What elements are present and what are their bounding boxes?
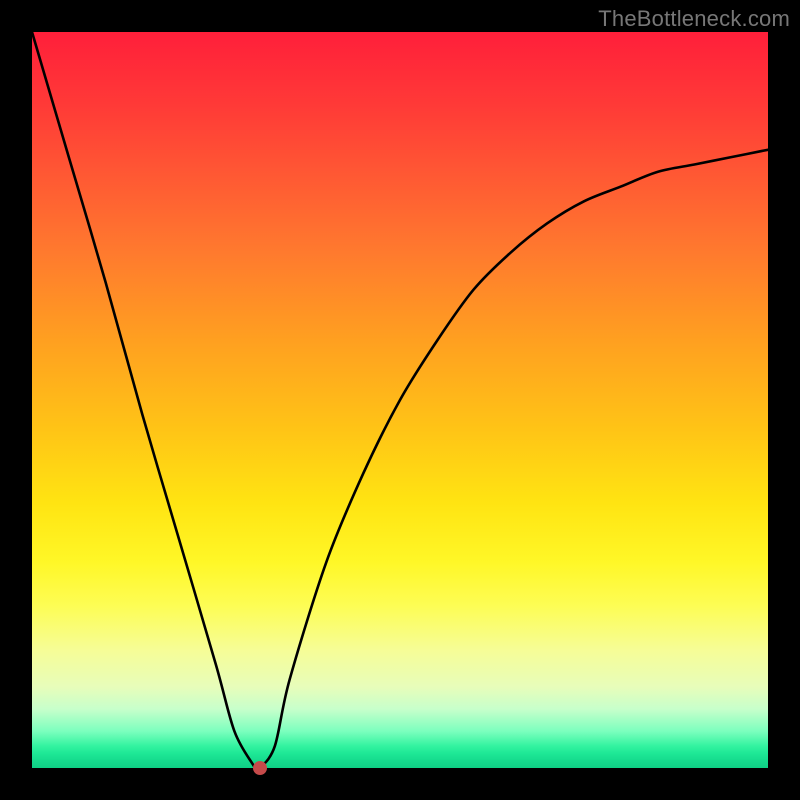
optimal-point-marker xyxy=(253,761,267,775)
watermark-text: TheBottleneck.com xyxy=(598,6,790,32)
chart-plot-area xyxy=(32,32,768,768)
bottleneck-curve-path xyxy=(32,32,768,768)
chart-curve-svg xyxy=(32,32,768,768)
chart-frame: TheBottleneck.com xyxy=(0,0,800,800)
